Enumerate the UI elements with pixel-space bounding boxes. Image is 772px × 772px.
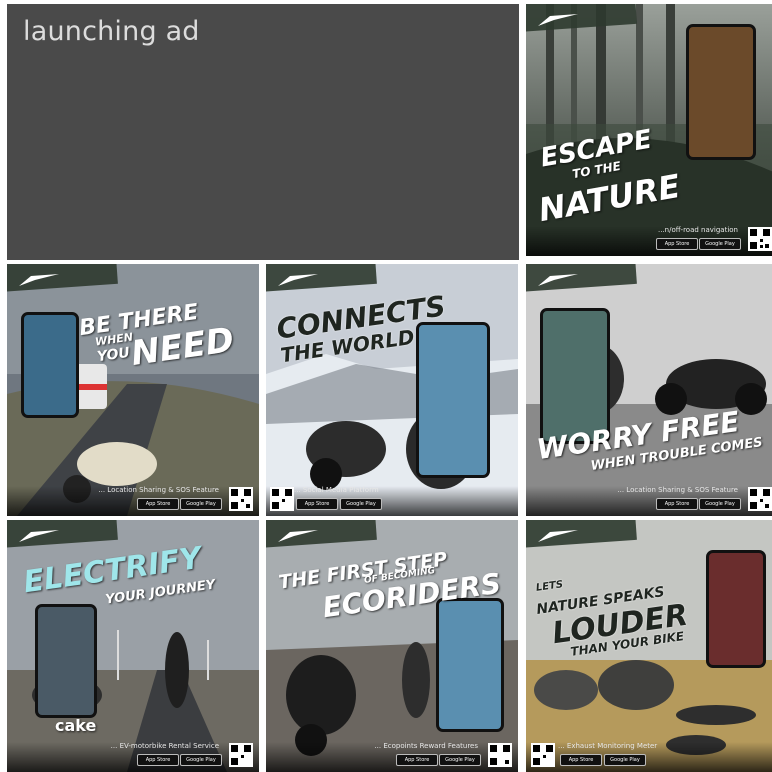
qr-code-icon (748, 487, 772, 511)
qr-code-icon (748, 227, 772, 251)
phone-mockup (21, 312, 79, 418)
phone-mockup (35, 604, 97, 718)
page-title: launching ad (23, 16, 200, 47)
ad-tile-worry-free[interactable]: WORRY FREE WHEN TROUBLE COMES ... Locati… (526, 264, 772, 516)
feature-text: ... Ecopoints Reward Features (374, 742, 478, 750)
title-panel: launching ad (7, 4, 519, 260)
feature-text: ... Location Sharing & SOS Feature (617, 486, 738, 494)
brand-logo-icon (19, 530, 59, 542)
ad-tile-electrify[interactable]: ELECTRIFY YOUR JOURNEY cake ... EV-motor… (7, 520, 259, 772)
google-play-badge[interactable]: Google Play (439, 754, 481, 766)
ad-tile-escape-nature[interactable]: ESCAPE TO THE NATURE ...n/off-road navig… (526, 4, 772, 256)
qr-code-icon (229, 743, 253, 767)
qr-code-icon (531, 743, 555, 767)
phone-mockup (436, 598, 504, 732)
app-store-badge[interactable]: App Store (656, 238, 698, 250)
app-store-badge[interactable]: App Store (560, 754, 602, 766)
app-store-badge[interactable]: App Store (137, 754, 179, 766)
brand-logo-icon (538, 530, 578, 542)
phone-mockup (416, 322, 490, 478)
google-play-badge[interactable]: Google Play (604, 754, 646, 766)
phone-mockup (686, 24, 756, 160)
brand-logo-icon (538, 14, 578, 26)
google-play-badge[interactable]: Google Play (180, 498, 222, 510)
brand-name: cake (55, 716, 97, 735)
feature-text: ...n/off-road navigation (657, 226, 738, 234)
app-store-badge[interactable]: App Store (396, 754, 438, 766)
feature-text: ... Location Sharing & SOS Feature (98, 486, 219, 494)
google-play-badge[interactable]: Google Play (699, 238, 741, 250)
google-play-badge[interactable]: Google Play (340, 498, 382, 510)
app-store-badge[interactable]: App Store (656, 498, 698, 510)
qr-code-icon (270, 487, 294, 511)
brand-logo-icon (278, 530, 318, 542)
brand-logo-icon (278, 274, 318, 286)
brand-logo-icon (19, 274, 59, 286)
google-play-badge[interactable]: Google Play (180, 754, 222, 766)
brand-logo-icon (538, 274, 578, 286)
ad-tile-connects-world[interactable]: CONNECTS THE WORLD ... Social Media Plat… (266, 264, 518, 516)
qr-code-icon (229, 487, 253, 511)
feature-text: ... Social Media Platform (294, 486, 379, 494)
google-play-badge[interactable]: Google Play (699, 498, 741, 510)
app-store-badge[interactable]: App Store (137, 498, 179, 510)
ad-tile-be-there[interactable]: BE THERE WHEN YOU NEED ... Location Shar… (7, 264, 259, 516)
qr-code-icon (488, 743, 512, 767)
ad-tile-first-step[interactable]: THE FIRST STEP OF BECOMING ECORIDERS ...… (266, 520, 518, 772)
feature-text: ... EV-motorbike Rental Service (110, 742, 219, 750)
feature-text: ... Exhaust Monitoring Meter (558, 742, 658, 750)
phone-mockup (706, 550, 766, 668)
ad-tile-nature-speaks[interactable]: LETS NATURE SPEAKS LOUDER THAN YOUR BIKE… (526, 520, 772, 772)
app-store-badge[interactable]: App Store (296, 498, 338, 510)
